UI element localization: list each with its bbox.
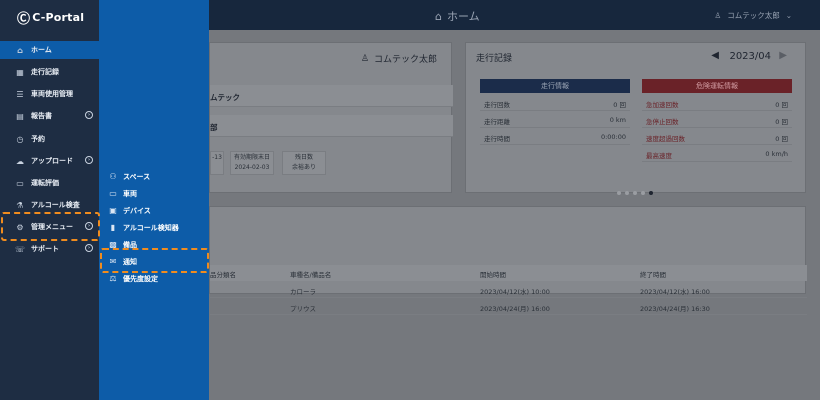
run-info-header: 走行情報	[480, 79, 630, 93]
chevron-right-icon: ›	[85, 244, 93, 252]
main-content: ♙ コムテック太郎 ムテック 部 -13 有効期限末日 2024-02-03 残日…	[209, 30, 820, 400]
stat-row: 走行距離 0 km	[480, 112, 630, 128]
car-icon: ▭	[16, 178, 24, 188]
stat-row: 走行時間 0:00:00	[480, 129, 630, 145]
sidebar-item[interactable]: ◷ 予約	[0, 130, 99, 148]
chevron-right-icon: ›	[85, 111, 93, 119]
admin-submenu: ⚇ スペース ▭ 車両 ▣ デバイス ▮ アルコール検知器 ▩ 備品 ✉ 通知 ⚖ 優先度設定	[99, 0, 209, 400]
support-icon: ☏	[15, 244, 26, 254]
sidebar-item[interactable]: ▦ 走行記録	[0, 63, 99, 81]
chevron-right-icon: ›	[85, 156, 93, 164]
user-icon: ♙	[714, 11, 722, 20]
profile-row: 部	[210, 115, 453, 137]
prev-month-icon[interactable]: ◀	[711, 50, 719, 61]
carousel-dot[interactable]	[633, 191, 637, 195]
submenu-item[interactable]: ▮ アルコール検知器	[99, 219, 209, 236]
sidebar-item[interactable]: ☏ サポート ›	[0, 240, 99, 258]
carousel-dot[interactable]	[617, 191, 621, 195]
driving-record-panel: 走行記録 ◀ 2023/04 ▶ 走行情報 危険運転情報 走行回数 0 回走行距離…	[465, 42, 806, 195]
table-cell: 2023/04/12(水) 16:00	[640, 288, 710, 296]
next-month-icon[interactable]: ▶	[779, 50, 787, 61]
sidebar-item[interactable]: ▤ 報告書 ›	[0, 107, 99, 125]
carousel-dot[interactable]	[641, 191, 645, 195]
submenu-item[interactable]: ⚇ スペース	[99, 168, 209, 185]
people-icon: ⚇	[109, 172, 117, 181]
user-menu[interactable]: ♙ コムテック太郎 ⌄	[714, 10, 792, 21]
stat-row: 急停止回数 0 回	[642, 112, 792, 128]
column-header: 開始時間	[480, 271, 506, 279]
carousel-dots[interactable]	[617, 191, 653, 195]
user-icon: ♙	[360, 53, 369, 64]
clock-icon: ◷	[16, 134, 24, 144]
column-header: 終了時間	[640, 271, 666, 279]
carousel-dot[interactable]	[649, 191, 653, 195]
stat-row: 最高速度 0 km/h	[642, 146, 792, 162]
home-icon: ⌂	[435, 9, 442, 23]
column-header: 車種名/備品名	[290, 271, 332, 279]
detector-icon: ▮	[110, 223, 116, 232]
sidebar-item[interactable]: ☰ 車両使用管理	[0, 85, 99, 103]
submenu-item[interactable]: ▣ デバイス	[99, 202, 209, 219]
table-cell: 2023/04/24(月) 16:30	[640, 305, 710, 313]
calendar-icon: ▦	[16, 67, 24, 77]
carousel-dot[interactable]	[625, 191, 629, 195]
sidebar-item[interactable]: ▭ 運転評価	[0, 174, 99, 192]
profile-mini: -13	[210, 151, 224, 175]
profile-name: ♙ コムテック太郎	[360, 53, 437, 66]
upload-icon: ☁	[16, 156, 24, 166]
month-label: 2023/04	[729, 51, 771, 62]
sidebar: Ⓒ C-Portal ⌂ ホーム ▦ 走行記録 ☰ 車両使用管理 ▤ 報告書 › ◷ 予約 ☁ アップロ…	[0, 0, 99, 400]
reservations-panel: 品分類名 車種名/備品名 開始時間 終了時間カローラ 2023/04/12(水) 10:…	[209, 206, 807, 315]
table-cell: 2023/04/12(水) 10:00	[480, 288, 550, 296]
report-icon: ▤	[16, 111, 24, 121]
table-cell: 2023/04/24(月) 16:00	[480, 305, 550, 313]
danger-info-header: 危険運転情報	[642, 79, 792, 93]
header-title: ⌂ ホーム	[435, 9, 480, 24]
highlight-notification	[100, 248, 209, 273]
list-icon: ☰	[16, 89, 24, 99]
stat-row: 急加速回数 0 回	[642, 95, 792, 111]
app-logo[interactable]: Ⓒ C-Portal	[17, 8, 84, 27]
stat-row: 速度超過回数 0 回	[642, 129, 792, 145]
table-row[interactable]: プリウス 2023/04/24(月) 16:00 2023/04/24(月) 16:…	[210, 299, 807, 315]
car-icon: ▭	[109, 189, 117, 198]
stat-row: 走行回数 0 回	[480, 95, 630, 111]
table-cell: カローラ	[290, 288, 316, 296]
device-icon: ▣	[109, 206, 117, 215]
logo-c-icon: Ⓒ	[17, 12, 31, 27]
priority-icon: ⚖	[109, 274, 117, 283]
sidebar-item[interactable]: ☁ アップロード ›	[0, 152, 99, 170]
profile-mini: 有効期限末日 2024-02-03	[230, 151, 274, 175]
column-header: 品分類名	[210, 271, 236, 279]
home-icon: ⌂	[17, 45, 23, 55]
sidebar-item[interactable]: ⌂ ホーム	[0, 41, 99, 59]
table-header: 品分類名 車種名/備品名 開始時間 終了時間	[210, 265, 807, 281]
panel-title: 走行記録	[476, 54, 513, 64]
profile-mini: 残日数 余裕あり	[282, 151, 326, 175]
table-row[interactable]: カローラ 2023/04/12(水) 10:00 2023/04/12(水) 16:…	[210, 282, 807, 298]
profile-row: ムテック	[210, 85, 453, 107]
submenu-item[interactable]: ▭ 車両	[99, 185, 209, 202]
highlight-admin-menu	[1, 212, 100, 241]
chevron-down-icon: ⌄	[785, 11, 792, 20]
table-cell: プリウス	[290, 305, 316, 313]
alcohol-icon: ⚗	[16, 200, 24, 210]
profile-panel: ♙ コムテック太郎 ムテック 部 -13 有効期限末日 2024-02-03 残日…	[209, 42, 453, 193]
top-bar: ⌂ ホーム ♙ コムテック太郎 ⌄	[209, 0, 820, 30]
